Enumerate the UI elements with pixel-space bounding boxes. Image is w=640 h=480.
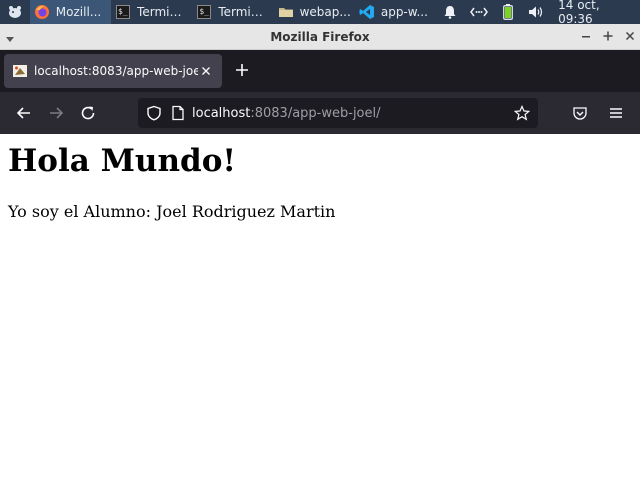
page-info-icon[interactable] bbox=[170, 105, 186, 121]
tab-label: localhost:8083/app-web-joel/ bbox=[34, 64, 198, 78]
window-titlebar[interactable]: Mozilla Firefox bbox=[0, 24, 640, 50]
taskbar-item-label: webap... bbox=[299, 5, 351, 19]
student-text: Yo soy el Alumno: Joel Rodriguez Martin bbox=[8, 202, 336, 221]
taskbar-item-label: Termin... bbox=[218, 5, 270, 19]
page-favicon-icon bbox=[12, 63, 28, 79]
whisker-menu-button[interactable] bbox=[0, 0, 30, 24]
vscode-icon bbox=[359, 4, 375, 20]
taskbar-item-label: Termin... bbox=[137, 5, 189, 19]
reload-button[interactable] bbox=[74, 99, 102, 127]
volume-icon[interactable] bbox=[528, 4, 544, 20]
maximize-icon[interactable] bbox=[600, 28, 616, 44]
terminal-icon: $_ bbox=[196, 4, 212, 20]
close-window-icon[interactable] bbox=[622, 28, 638, 44]
folder-icon bbox=[278, 4, 294, 20]
taskbar-item-label: app-w... bbox=[380, 5, 428, 19]
url-host: localhost bbox=[192, 105, 251, 121]
plus-icon bbox=[236, 64, 248, 76]
window-title: Mozilla Firefox bbox=[270, 29, 370, 44]
system-tray: 14 oct, 09:36 bbox=[436, 0, 640, 26]
forward-button[interactable] bbox=[42, 99, 70, 127]
forward-arrow-icon bbox=[50, 107, 64, 119]
bookmark-star-icon[interactable] bbox=[514, 105, 530, 121]
taskbar-item-folder[interactable]: webap... bbox=[274, 0, 355, 24]
taskbar-item-firefox[interactable]: Mozill... bbox=[29, 0, 112, 24]
new-tab-button[interactable] bbox=[232, 59, 252, 83]
firefox-icon bbox=[34, 4, 50, 20]
back-arrow-icon bbox=[16, 107, 30, 119]
page-content: Hola Mundo! Yo soy el Alumno: Joel Rodri… bbox=[0, 134, 640, 480]
page-heading: Hola Mundo! bbox=[8, 143, 236, 179]
minimize-icon[interactable] bbox=[578, 28, 594, 44]
notification-bell-icon[interactable] bbox=[442, 4, 458, 20]
battery-icon[interactable] bbox=[500, 4, 516, 20]
xfce-mouse-icon bbox=[7, 4, 23, 20]
top-panel: Mozill... $_ Termin... $_ Termin... weba… bbox=[0, 0, 640, 26]
pocket-button[interactable] bbox=[566, 99, 594, 127]
network-icon[interactable] bbox=[470, 4, 489, 20]
taskbar-item-label: Mozill... bbox=[55, 5, 102, 19]
taskbar-item-vscode[interactable]: app-w... bbox=[355, 0, 436, 24]
navigation-toolbar: localhost:8083/app-web-joel/ bbox=[0, 92, 640, 134]
url-path: :8083/app-web-joel/ bbox=[250, 105, 381, 121]
url-text[interactable]: localhost:8083/app-web-joel/ bbox=[192, 106, 381, 121]
reload-icon bbox=[81, 106, 95, 120]
tab-app-web-joel[interactable]: localhost:8083/app-web-joel/ bbox=[4, 54, 222, 88]
app-menu-button[interactable] bbox=[602, 99, 630, 127]
url-bar[interactable]: localhost:8083/app-web-joel/ bbox=[138, 98, 538, 128]
pocket-icon bbox=[573, 107, 587, 120]
taskbar-item-terminal-1[interactable]: $_ Termin... bbox=[111, 0, 192, 24]
taskbar-item-terminal-2[interactable]: $_ Termin... bbox=[192, 0, 273, 24]
hamburger-menu-icon bbox=[610, 108, 622, 118]
tab-strip: localhost:8083/app-web-joel/ bbox=[0, 50, 640, 92]
terminal-icon: $_ bbox=[115, 4, 131, 20]
clock[interactable]: 14 oct, 09:36 bbox=[550, 0, 640, 26]
back-button[interactable] bbox=[10, 99, 38, 127]
close-tab-icon[interactable] bbox=[198, 63, 214, 79]
tracking-protection-shield-icon[interactable] bbox=[146, 105, 162, 121]
